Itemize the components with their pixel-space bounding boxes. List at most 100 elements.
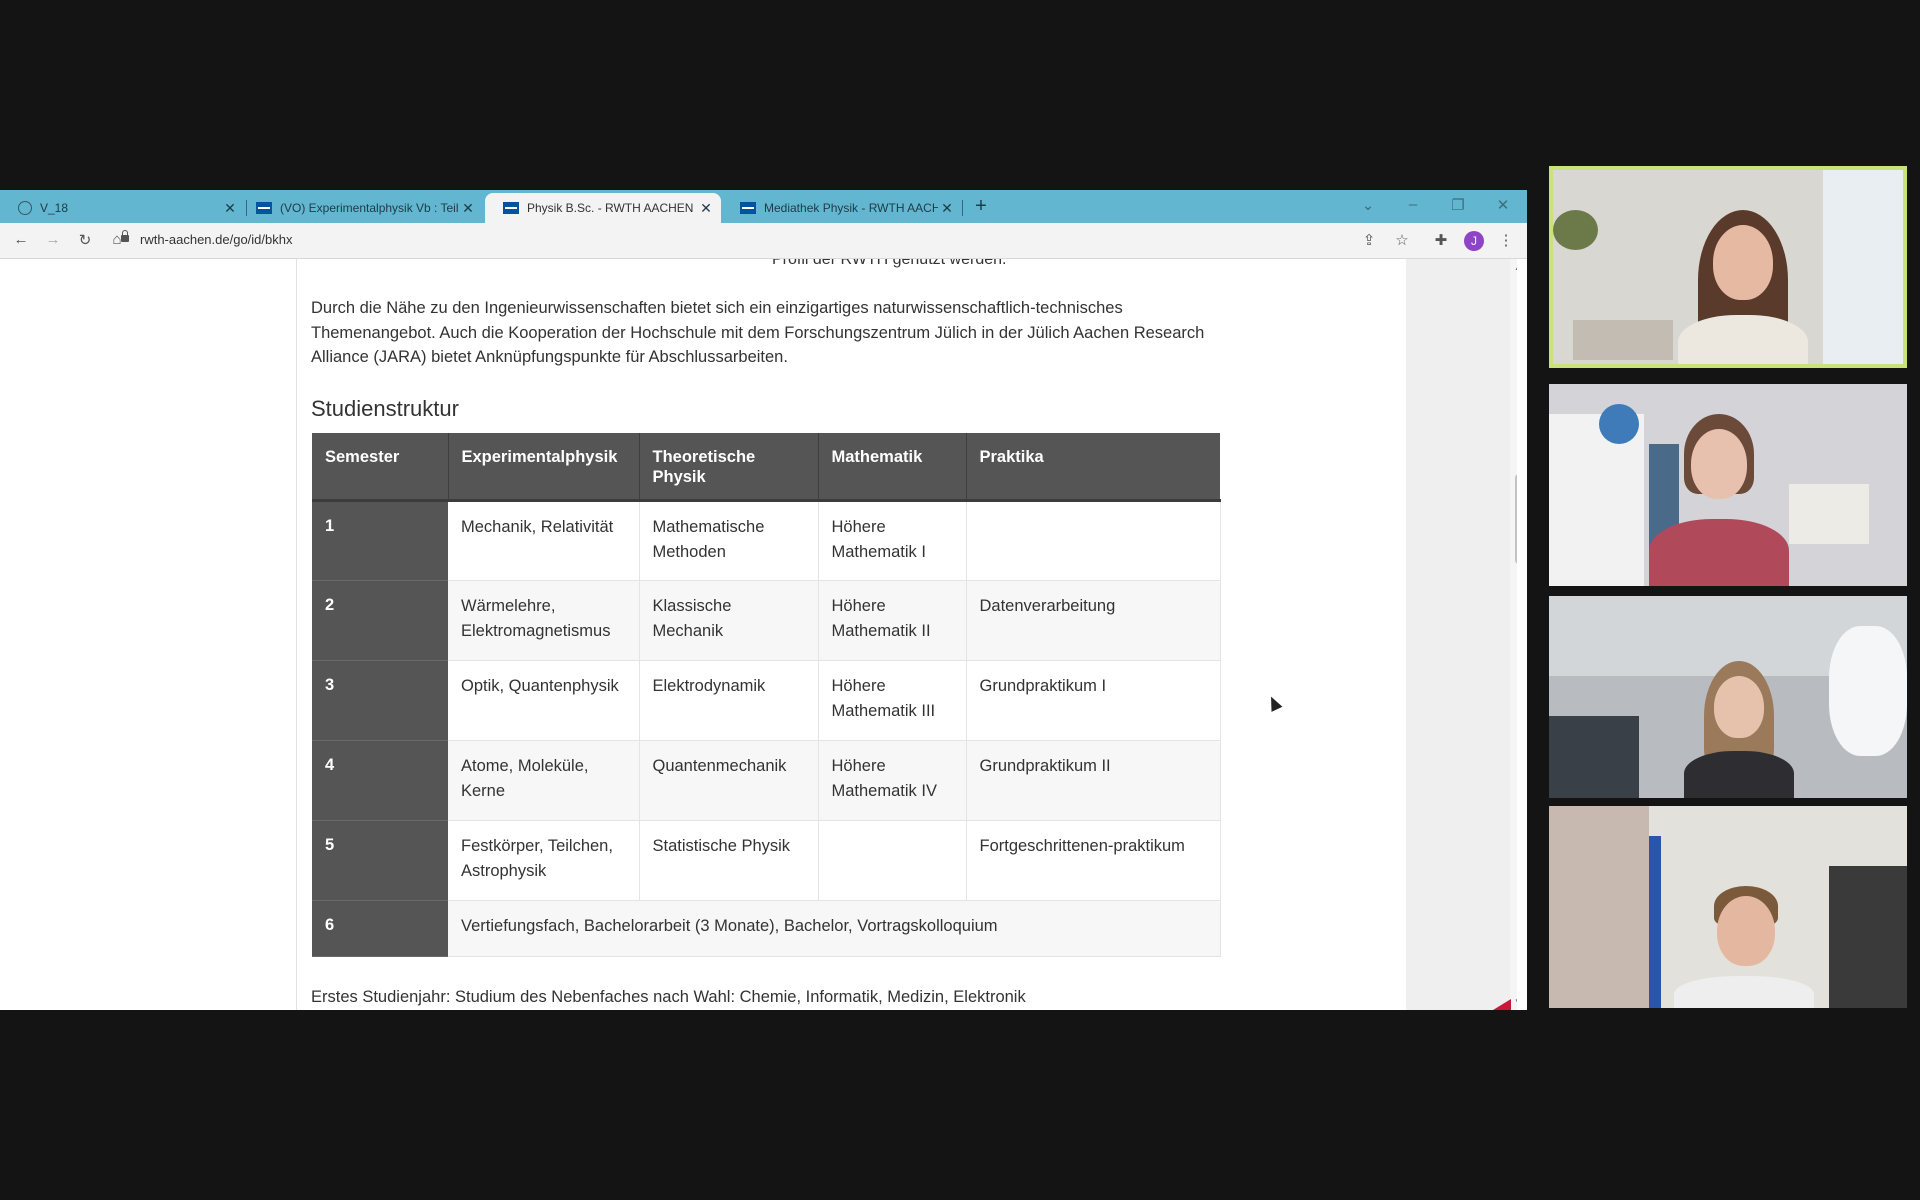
globe-icon	[18, 201, 32, 215]
wall-notes	[1789, 484, 1869, 544]
column-header: Praktika	[966, 433, 1220, 502]
close-window-icon[interactable]: ✕	[1493, 196, 1513, 214]
tab-title: Mediathek Physik - RWTH AACH	[764, 201, 938, 215]
share-icon[interactable]: ⇪	[1359, 231, 1379, 249]
table-cell: Statistische Physik	[639, 820, 819, 901]
new-tab-plus-icon[interactable]: +	[970, 195, 992, 218]
close-tab-icon[interactable]: ✕	[697, 200, 715, 217]
table-cell: Atome, Moleküle, Kerne	[448, 740, 640, 821]
extensions-puzzle-icon[interactable]: ✚	[1431, 231, 1451, 249]
participant-video	[1639, 409, 1799, 586]
table-cell: Grundpraktikum I	[966, 660, 1221, 741]
participant-3[interactable]	[1549, 596, 1907, 798]
study-structure-table: Semester Experimentalphysik Theoretische…	[312, 433, 1221, 957]
tab-title: Physik B.Sc. - RWTH AACHEN UN	[527, 201, 697, 215]
rwth-favicon	[503, 202, 519, 214]
rwth-favicon	[256, 202, 272, 214]
browser-window: V_18 ✕ (VO) Experimentalphysik Vb : Teil…	[0, 190, 1527, 1010]
table-cell: Quantenmechanik	[639, 740, 819, 821]
table-row: 4 Atome, Moleküle, Kerne Quantenmechanik…	[312, 740, 1221, 821]
tab-bar: V_18 ✕ (VO) Experimentalphysik Vb : Teil…	[0, 190, 1527, 223]
column-header: Mathematik	[818, 433, 967, 502]
restore-icon[interactable]: ❐	[1448, 196, 1468, 214]
table-cell: Festkörper, Teilchen, Astrophysik	[448, 820, 640, 901]
tab-experimentalphysik[interactable]: (VO) Experimentalphysik Vb : Teil ✕	[238, 193, 483, 223]
table-cell: Optik, Quantenphysik	[448, 660, 640, 741]
table-cell: Datenverarbeitung	[966, 580, 1221, 661]
table-row: 6 Vertiefungsfach, Bachelorarbeit (3 Mon…	[312, 900, 1221, 957]
close-tab-icon[interactable]: ✕	[459, 200, 477, 217]
semester-cell: 3	[312, 660, 448, 741]
scroll-down-arrow-icon[interactable]: ▼	[1514, 997, 1517, 1006]
semester-cell: 5	[312, 820, 448, 901]
table-cell: Höhere Mathematik II	[818, 580, 967, 661]
dark-decor	[1549, 716, 1639, 798]
scrollbar-thumb[interactable]	[1515, 474, 1517, 564]
back-arrow-icon[interactable]: ←	[10, 231, 32, 248]
rwth-favicon	[740, 202, 756, 214]
participant-1[interactable]	[1549, 166, 1907, 368]
tab-physik-bsc[interactable]: Physik B.Sc. - RWTH AACHEN UN ✕	[485, 193, 721, 223]
address-toolbar: ← → ↻ ⌂ rwth-aachen.de/go/id/bkhx ⇪ ☆ ✚ …	[0, 223, 1527, 259]
chevron-down-icon[interactable]: ⌄	[1358, 196, 1378, 214]
close-tab-icon[interactable]: ✕	[221, 200, 239, 217]
participant-4[interactable]	[1549, 806, 1907, 1008]
table-cell: Höhere Mathematik III	[818, 660, 967, 741]
semester-cell: 2	[312, 580, 448, 661]
semester-cell: 4	[312, 740, 448, 821]
table-row: 5 Festkörper, Teilchen, Astrophysik Stat…	[312, 820, 1221, 901]
cut-off-text: Profil der RWTH genutzt werden.	[772, 259, 1007, 268]
table-cell: Mathematische Methoden	[639, 500, 819, 581]
dark-cabinet	[1829, 866, 1907, 1008]
column-header: Experimentalphysik	[448, 433, 640, 502]
shelf	[1573, 320, 1673, 360]
table-header-row: Semester Experimentalphysik Theoretische…	[312, 433, 1220, 502]
participant-video	[1673, 210, 1813, 364]
url-field[interactable]: rwth-aachen.de/go/id/bkhx	[140, 232, 292, 247]
table-cell: Fortgeschrittenen-praktikum	[966, 820, 1221, 901]
bookmark-star-icon[interactable]: ☆	[1392, 231, 1412, 249]
table-cell: Wärmelehre, Elektromagnetismus	[448, 580, 640, 661]
profile-avatar[interactable]: J	[1464, 231, 1484, 251]
tab-mediathek[interactable]: Mediathek Physik - RWTH AACH ✕	[722, 193, 962, 223]
intro-paragraph: Durch die Nähe zu den Ingenieurwissensch…	[311, 299, 1205, 366]
scroll-up-arrow-icon[interactable]: ▲	[1514, 263, 1517, 272]
tab-title: (VO) Experimentalphysik Vb : Teil	[280, 201, 459, 215]
reload-icon[interactable]: ↻	[74, 231, 96, 249]
tab-title: V_18	[40, 201, 69, 215]
minimize-icon[interactable]: –	[1403, 196, 1423, 213]
table-cell: Elektrodynamik	[639, 660, 819, 741]
blue-stripe	[1649, 836, 1661, 1008]
menu-kebab-icon[interactable]: ⋮	[1496, 231, 1516, 249]
window-light	[1823, 170, 1903, 364]
corner-marker	[1493, 999, 1511, 1010]
participant-video	[1669, 886, 1819, 1008]
window-light	[1829, 626, 1907, 756]
close-tab-icon[interactable]: ✕	[938, 200, 956, 217]
table-cell: Vertiefungsfach, Bachelorarbeit (3 Monat…	[448, 900, 1221, 957]
column-header: Semester	[312, 433, 449, 502]
table-cell: Höhere Mathematik I	[818, 500, 967, 581]
table-cell	[818, 820, 967, 901]
participant-2[interactable]	[1549, 384, 1907, 586]
vertical-scrollbar[interactable]: ▲ ▼	[1510, 259, 1517, 1010]
semester-cell: 6	[312, 900, 448, 957]
table-cell: Grundpraktikum II	[966, 740, 1221, 821]
table-row: 2 Wärmelehre, Elektromagnetismus Klassis…	[312, 580, 1221, 661]
table-row: 1 Mechanik, Relativität Mathematische Me…	[312, 500, 1221, 581]
table-cell: Höhere Mathematik IV	[818, 740, 967, 821]
page-viewport: Profil der RWTH genutzt werden. Durch di…	[0, 259, 1517, 1010]
semester-cell: 1	[312, 500, 448, 581]
table-cell: Mechanik, Relativität	[448, 500, 640, 581]
lock-icon[interactable]	[121, 230, 129, 242]
plant	[1553, 210, 1598, 250]
tab-v18[interactable]: V_18 ✕	[0, 193, 245, 223]
column-header: Theoretische Physik	[639, 433, 819, 502]
right-margin	[1406, 259, 1517, 1010]
participant-video	[1679, 661, 1799, 798]
section-heading: Studienstruktur	[311, 396, 459, 421]
globe-decoration	[1599, 404, 1639, 444]
table-cell: Klassische Mechanik	[639, 580, 819, 661]
forward-arrow-icon[interactable]: →	[42, 231, 64, 248]
table-cell	[966, 500, 1221, 581]
